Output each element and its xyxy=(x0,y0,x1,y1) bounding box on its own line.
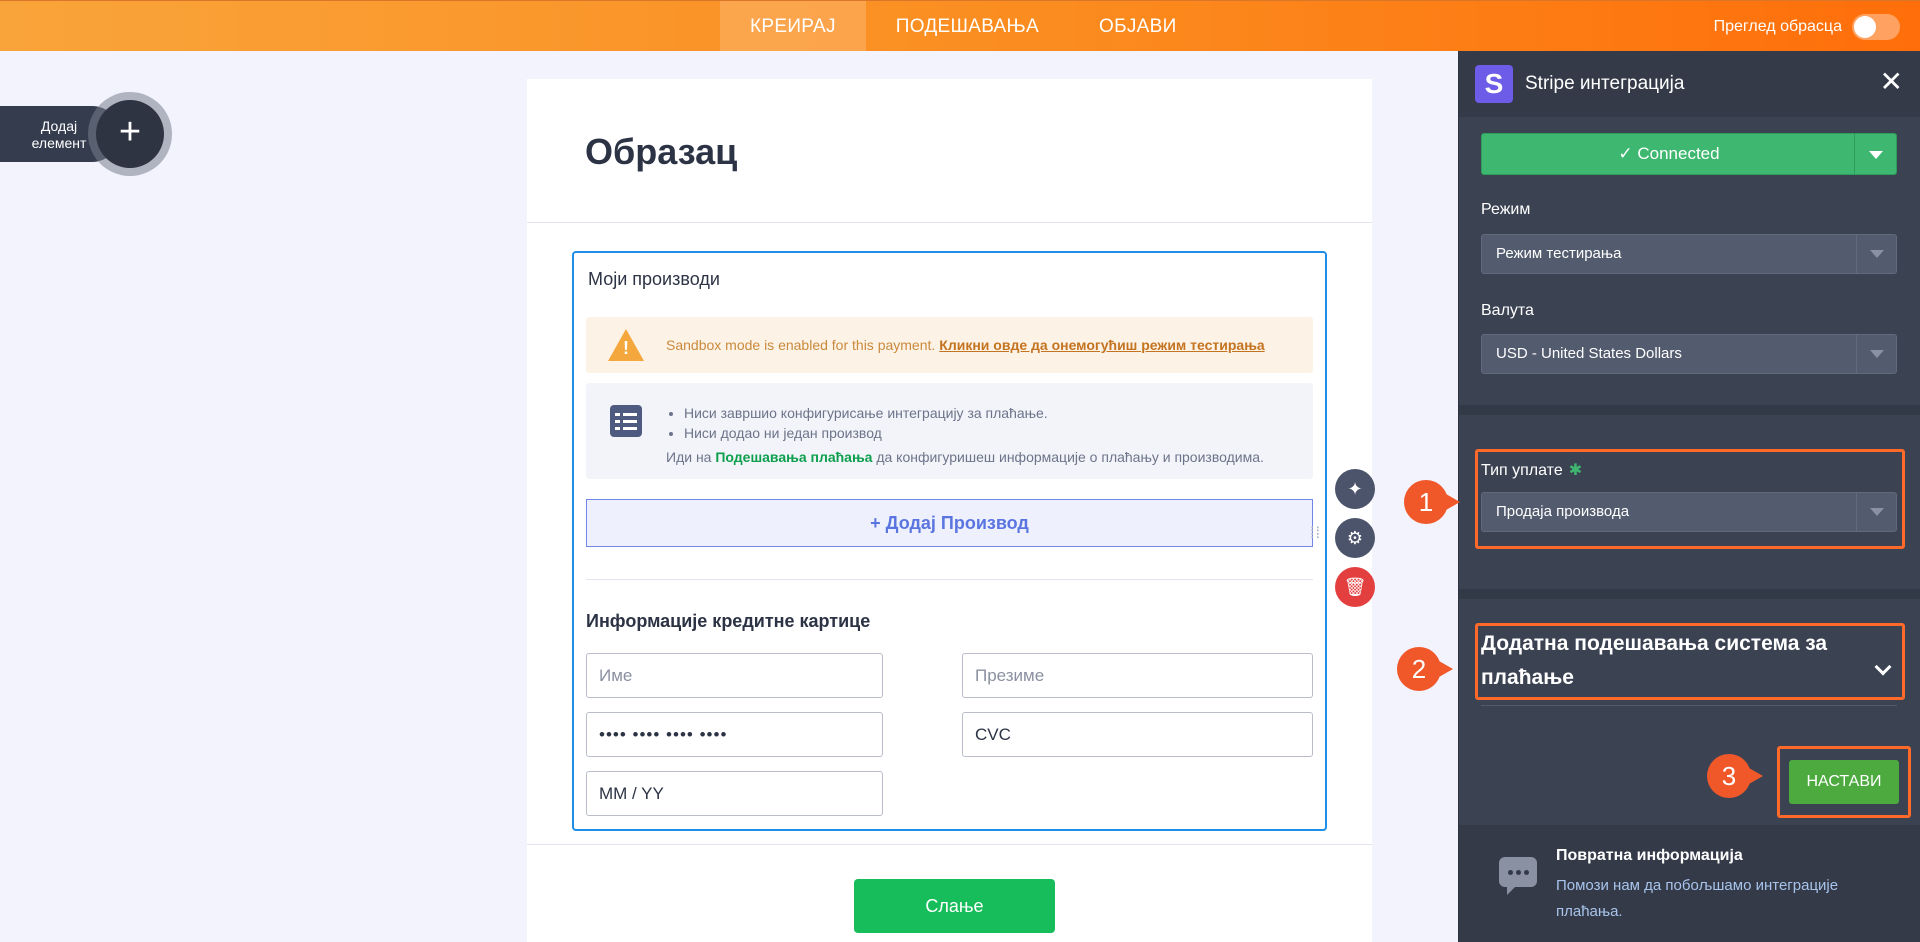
feedback-section: Повратна информација Помози нам да побољ… xyxy=(1459,825,1920,942)
last-name-input[interactable]: Презиме xyxy=(962,653,1313,698)
form-title[interactable]: Образац xyxy=(585,131,1372,173)
disable-sandbox-link[interactable]: Кликни овде да онемогућиш режим тестирањ… xyxy=(939,337,1264,353)
currency-label: Валута xyxy=(1481,302,1534,319)
submit-button[interactable]: Слање xyxy=(854,879,1055,933)
top-navbar: КРЕИРАЈ ПОДЕШАВАЊА ОБЈАВИ Преглед обрасц… xyxy=(0,0,1920,52)
tab-create[interactable]: КРЕИРАЈ xyxy=(720,1,866,52)
payment-settings-link[interactable]: Подешавања плаћања xyxy=(715,449,872,465)
mode-value: Режим тестирања xyxy=(1496,245,1622,262)
chevron-down-icon xyxy=(1856,335,1896,373)
payment-field[interactable]: Моји производи Sandbox mode is enabled f… xyxy=(572,251,1327,831)
step-badge-1: 1 xyxy=(1404,480,1460,524)
add-product-button[interactable]: + Додај Производ xyxy=(586,499,1313,547)
cvc-input[interactable]: CVC xyxy=(962,712,1313,757)
sandbox-text: Sandbox mode is enabled for this payment… xyxy=(666,337,1265,353)
info-item: Ниси додао ни један производ xyxy=(684,423,1264,443)
stripe-logo-icon: S xyxy=(1475,65,1513,103)
tab-publish[interactable]: ОБЈАВИ xyxy=(1069,1,1207,52)
form-header: Образац xyxy=(527,79,1372,223)
checklist-icon xyxy=(610,405,642,437)
setup-info-box: Ниси завршио конфигурисање интеграцију з… xyxy=(586,383,1313,479)
preview-label: Преглед обрасца xyxy=(1713,17,1842,35)
panel-title: Stripe интеграција xyxy=(1525,73,1685,94)
section-separator xyxy=(1459,589,1920,599)
chevron-down-icon[interactable] xyxy=(1854,134,1896,174)
add-element-label-2: елемент xyxy=(31,135,87,151)
products-title: Моји производи xyxy=(588,269,720,289)
sandbox-message: Sandbox mode is enabled for this payment… xyxy=(666,337,936,353)
trash-icon[interactable]: 🗑 xyxy=(1335,567,1375,607)
gear-icon[interactable]: ⚙ xyxy=(1335,518,1375,558)
connected-button[interactable]: ✓ Connected xyxy=(1481,133,1897,175)
sandbox-notice: Sandbox mode is enabled for this payment… xyxy=(586,317,1313,373)
setup-info-list: Ниси завршио конфигурисање интеграцију з… xyxy=(666,403,1264,467)
step-badge-2: 2 xyxy=(1397,647,1453,691)
feedback-title: Повратна информација xyxy=(1556,847,1743,864)
section-separator xyxy=(1459,405,1920,415)
panel-header: S Stripe интеграција ✕ xyxy=(1459,51,1920,117)
currency-value: USD - United States Dollars xyxy=(1496,345,1682,362)
card-number-input[interactable]: •••• •••• •••• •••• xyxy=(586,712,883,757)
wand-icon[interactable]: ✦ xyxy=(1335,469,1375,509)
currency-select[interactable]: USD - United States Dollars xyxy=(1481,334,1897,374)
plus-icon[interactable]: + xyxy=(96,100,164,168)
divider xyxy=(1481,705,1897,706)
main-nav: КРЕИРАЈ ПОДЕШАВАЊА ОБЈАВИ xyxy=(720,1,1207,52)
chat-bubble-icon xyxy=(1499,857,1537,895)
divider xyxy=(586,579,1313,580)
info-item: Ниси завршио конфигурисање интеграцију з… xyxy=(684,403,1264,423)
tab-settings[interactable]: ПОДЕШАВАЊА xyxy=(866,1,1069,52)
first-name-input[interactable]: Име xyxy=(586,653,883,698)
connected-label: ✓ Connected xyxy=(1618,144,1720,163)
highlight-continue xyxy=(1777,746,1911,818)
highlight-payment-type xyxy=(1475,449,1905,549)
drag-handle-icon[interactable]: ⁞⁞ xyxy=(1310,526,1321,542)
add-element-label-1: Додај xyxy=(40,118,78,134)
highlight-extra-settings xyxy=(1475,623,1905,700)
expiry-input[interactable]: MM / YY xyxy=(586,771,883,816)
stripe-panel: S Stripe интеграција ✕ ✓ Connected Режим… xyxy=(1458,51,1920,942)
submit-divider xyxy=(527,844,1372,845)
form-preview: Преглед обрасца xyxy=(1714,1,1900,52)
feedback-link[interactable]: Помози нам да побољшамо интеграције плаћ… xyxy=(1556,873,1856,925)
toggle-knob xyxy=(1854,15,1876,38)
form-card: Образац Моји производи Sandbox mode is e… xyxy=(527,79,1372,942)
mode-select[interactable]: Режим тестирања xyxy=(1481,234,1897,274)
close-icon[interactable]: ✕ xyxy=(1880,67,1903,97)
info-go: Иди на Подешавања плаћања да конфигурише… xyxy=(666,447,1264,467)
warning-icon xyxy=(608,329,644,361)
mode-label: Режим xyxy=(1481,201,1531,218)
credit-card-title: Информације кредитне картице xyxy=(586,611,871,631)
step-badge-3: 3 xyxy=(1707,754,1763,798)
info-go-suffix: да конфигуришеш информације о плаћању и … xyxy=(876,449,1264,465)
chevron-down-icon xyxy=(1856,235,1896,273)
preview-toggle[interactable] xyxy=(1852,13,1900,40)
info-go-prefix: Иди на xyxy=(666,449,712,465)
